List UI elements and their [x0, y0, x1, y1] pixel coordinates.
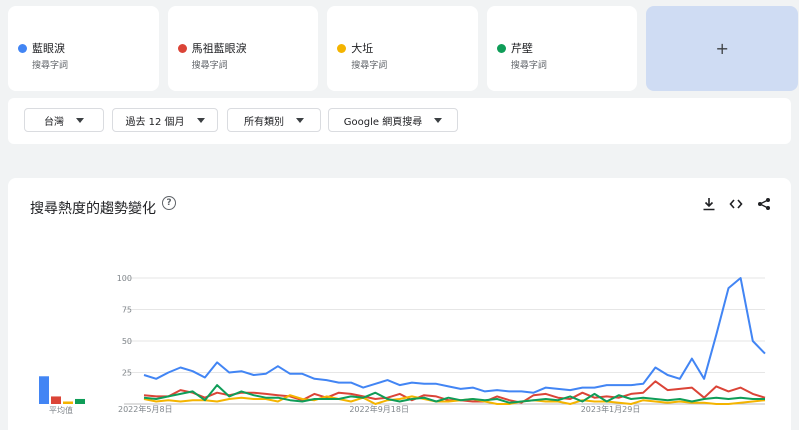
- y-tick-label: 25: [122, 369, 132, 378]
- term-type-3: 搜尋字詞: [351, 61, 388, 71]
- term-type-2: 搜尋字詞: [191, 61, 228, 71]
- category-dropdown[interactable]: 所有類別: [227, 108, 321, 132]
- x-tick-label: 2023年1月29日: [581, 404, 641, 414]
- search-terms-row: 藍眼淚 搜尋字詞 馬祖藍眼淚 搜尋字詞 大坵 搜尋字詞 芹壁 搜尋字詞 +: [8, 6, 799, 91]
- category-value: 所有類別: [244, 116, 284, 128]
- term-card-4[interactable]: 芹壁 搜尋字詞: [486, 6, 638, 91]
- term-name-2: 馬祖藍眼淚: [191, 42, 247, 55]
- term-color-dot-1: [18, 44, 27, 53]
- series-line-1: [143, 277, 766, 394]
- term-color-dot-3: [337, 44, 347, 53]
- term-card-3[interactable]: 大坵 搜尋字詞: [327, 6, 478, 91]
- y-tick-label: 50: [122, 337, 132, 346]
- average-label: 平均值: [49, 405, 73, 415]
- average-bar-4: [75, 398, 85, 404]
- term-card-2[interactable]: 馬祖藍眼淚 搜尋字詞: [167, 6, 319, 91]
- y-tick-label: 100: [117, 274, 132, 283]
- term-name-4: 芹壁: [510, 42, 533, 55]
- caret-down-icon: [196, 117, 205, 123]
- search-type-dropdown[interactable]: Google 網頁搜尋: [328, 108, 458, 132]
- period-dropdown[interactable]: 過去 12 個月: [112, 108, 218, 132]
- x-tick-label: 2022年5月8日: [118, 404, 173, 414]
- search-type-value: Google 網頁搜尋: [343, 116, 423, 128]
- term-name-1: 藍眼淚: [32, 42, 65, 55]
- trend-chart: 25 50 75 100 2022年5月8日 2022年9月18日 2023年1月29日 平均…: [39, 274, 766, 415]
- y-tick-label: 75: [122, 306, 132, 315]
- period-value: 過去 12 個月: [125, 116, 185, 128]
- plus-icon: +: [715, 39, 729, 58]
- caret-down-icon: [76, 117, 84, 123]
- interest-over-time-panel: 搜尋熱度的趨勢變化 ? 25 50 75 100 2022年5月8日 2022年9月18日…: [8, 178, 791, 430]
- filter-bar: 台灣 過去 12 個月 所有類別 Google 網頁搜尋: [8, 98, 791, 144]
- term-type-4: 搜尋字詞: [510, 61, 547, 71]
- term-type-1: 搜尋字詞: [32, 61, 69, 71]
- region-dropdown[interactable]: 台灣: [24, 108, 104, 132]
- average-bar-2: [51, 396, 61, 404]
- term-name-3: 大坵: [351, 42, 374, 55]
- average-bar-3: [63, 401, 73, 404]
- term-color-dot-2: [177, 44, 187, 53]
- add-comparison-button[interactable]: +: [646, 6, 799, 91]
- average-bar-1: [39, 376, 49, 404]
- term-card-1[interactable]: 藍眼淚 搜尋字詞: [8, 6, 159, 91]
- region-value: 台灣: [44, 116, 64, 128]
- caret-down-icon: [296, 117, 304, 123]
- x-tick-label: 2022年9月18日: [349, 404, 409, 414]
- term-color-dot-4: [496, 44, 506, 53]
- caret-down-icon: [434, 117, 443, 123]
